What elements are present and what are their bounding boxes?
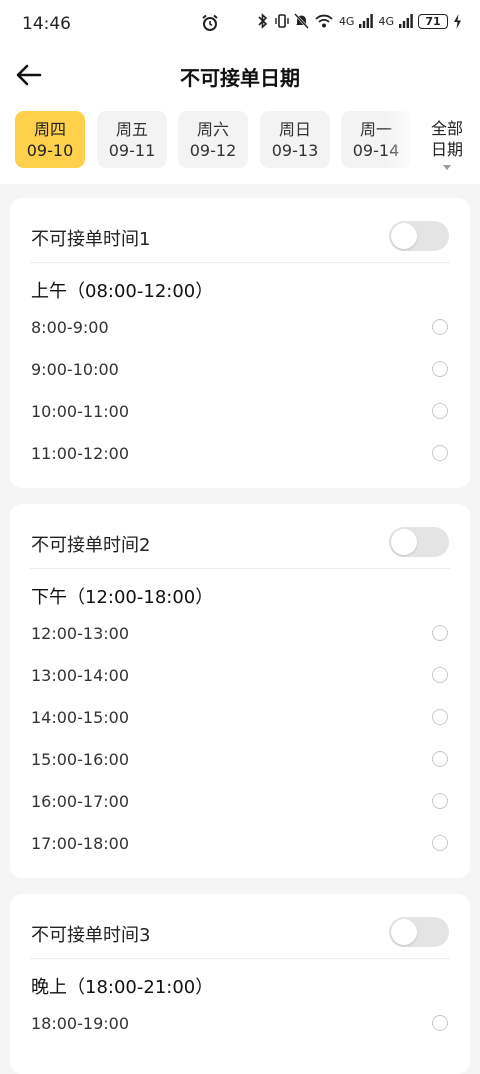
time-slot-label: 9:00-10:00 bbox=[31, 360, 119, 379]
slot-radio[interactable] bbox=[432, 709, 448, 725]
time-slot[interactable]: 16:00-17:00 bbox=[10, 781, 470, 823]
date-tab-0913[interactable]: 周日 09-13 bbox=[260, 111, 330, 168]
status-icons: 4G 4G 71 bbox=[256, 13, 462, 29]
date-tab-0910[interactable]: 周四 09-10 bbox=[15, 111, 85, 168]
time-slot-label: 10:00-11:00 bbox=[31, 402, 129, 421]
date-tab-date: 09-10 bbox=[26, 141, 74, 160]
all-dates-button[interactable]: 全部 日期 bbox=[420, 118, 474, 170]
date-tab-date: 09-12 bbox=[189, 141, 237, 160]
bluetooth-icon bbox=[258, 13, 268, 29]
vibrate-icon bbox=[275, 14, 289, 28]
toggle-knob bbox=[391, 919, 417, 945]
all-dates-label-1: 全部 bbox=[430, 119, 463, 138]
time-slot-label: 17:00-18:00 bbox=[31, 834, 129, 853]
time-slot[interactable]: 12:00-13:00 bbox=[10, 613, 470, 655]
slot-radio[interactable] bbox=[432, 361, 448, 377]
time-slot[interactable]: 15:00-16:00 bbox=[10, 739, 470, 781]
toggle-knob bbox=[391, 223, 417, 249]
time-slot-label: 12:00-13:00 bbox=[31, 624, 129, 643]
signal-icon-2 bbox=[399, 14, 413, 28]
unavailable-toggle[interactable] bbox=[389, 527, 449, 557]
time-card-3: 不可接单时间3 晚上（18:00-21:00） 18:00-19:00 bbox=[10, 894, 470, 1074]
slot-radio[interactable] bbox=[432, 319, 448, 335]
slot-radio[interactable] bbox=[432, 1015, 448, 1031]
time-slot[interactable]: 11:00-12:00 bbox=[10, 433, 470, 475]
time-card-2: 不可接单时间2 下午（12:00-18:00） 12:00-13:00 13:0… bbox=[10, 504, 470, 878]
period-label: 下午（12:00-18:00） bbox=[31, 587, 214, 608]
time-slot[interactable]: 13:00-14:00 bbox=[10, 655, 470, 697]
date-tab-weekday: 周六 bbox=[196, 120, 229, 139]
date-tab-0911[interactable]: 周五 09-11 bbox=[97, 111, 167, 168]
time-slot-label: 8:00-9:00 bbox=[31, 318, 109, 337]
network-type-label: 4G bbox=[338, 14, 355, 28]
unavailable-toggle[interactable] bbox=[389, 221, 449, 251]
time-slot-label: 13:00-14:00 bbox=[31, 666, 129, 685]
card-header: 不可接单时间3 bbox=[30, 894, 450, 959]
slot-radio[interactable] bbox=[432, 751, 448, 767]
time-slot-label: 18:00-19:00 bbox=[31, 1014, 129, 1033]
time-slot-label: 11:00-12:00 bbox=[31, 444, 129, 463]
charging-icon bbox=[454, 13, 461, 29]
slot-radio[interactable] bbox=[432, 667, 448, 683]
mute-bell-icon bbox=[294, 13, 309, 29]
alarm-icon bbox=[202, 14, 218, 31]
date-tab-weekday: 周日 bbox=[278, 120, 311, 139]
signal-icon bbox=[359, 14, 374, 28]
card-title: 不可接单时间1 bbox=[31, 229, 151, 250]
status-bar: 14:46 4G 4G 71 bbox=[0, 0, 480, 48]
unavailable-toggle[interactable] bbox=[389, 917, 449, 947]
time-slot[interactable]: 8:00-9:00 bbox=[10, 307, 470, 349]
network-type-label-2: 4G bbox=[378, 14, 394, 28]
time-slot[interactable]: 9:00-10:00 bbox=[10, 349, 470, 391]
scroll-fade bbox=[385, 104, 420, 184]
period-label: 上午（08:00-12:00） bbox=[31, 281, 214, 302]
battery-indicator: 71 bbox=[418, 13, 448, 29]
wifi-icon bbox=[315, 14, 333, 28]
time-slot-label: 16:00-17:00 bbox=[31, 792, 129, 811]
status-time: 14:46 bbox=[22, 14, 71, 34]
card-header: 不可接单时间2 bbox=[30, 504, 450, 569]
slot-radio[interactable] bbox=[432, 445, 448, 461]
slot-radio[interactable] bbox=[432, 403, 448, 419]
page-title: 不可接单日期 bbox=[180, 66, 300, 90]
date-selector: 周四 09-10 周五 09-11 周六 09-12 周日 09-13 周一 0… bbox=[0, 104, 480, 184]
date-tab-0912[interactable]: 周六 09-12 bbox=[178, 111, 248, 168]
time-slot[interactable]: 18:00-19:00 bbox=[10, 1003, 470, 1045]
slot-radio[interactable] bbox=[432, 625, 448, 641]
slot-radio[interactable] bbox=[432, 835, 448, 851]
date-tab-date: 09-11 bbox=[108, 141, 156, 160]
all-dates-label-2: 日期 bbox=[430, 140, 463, 159]
date-tab-date: 09-13 bbox=[271, 141, 319, 160]
time-card-1: 不可接单时间1 上午（08:00-12:00） 8:00-9:00 9:00-1… bbox=[10, 198, 470, 488]
time-slot[interactable]: 10:00-11:00 bbox=[10, 391, 470, 433]
card-header: 不可接单时间1 bbox=[30, 198, 450, 263]
slot-radio[interactable] bbox=[432, 793, 448, 809]
card-title: 不可接单时间2 bbox=[31, 535, 151, 556]
date-tab-weekday: 周五 bbox=[115, 120, 148, 139]
card-title: 不可接单时间3 bbox=[31, 925, 151, 946]
time-slot-label: 14:00-15:00 bbox=[31, 708, 129, 727]
time-slot[interactable]: 14:00-15:00 bbox=[10, 697, 470, 739]
app-header: 不可接单日期 bbox=[0, 48, 480, 104]
date-tab-weekday: 周四 bbox=[33, 120, 66, 139]
toggle-knob bbox=[391, 529, 417, 555]
caret-down-icon bbox=[443, 165, 451, 170]
time-slot-label: 15:00-16:00 bbox=[31, 750, 129, 769]
time-slot[interactable]: 17:00-18:00 bbox=[10, 823, 470, 865]
period-label: 晚上（18:00-21:00） bbox=[31, 977, 214, 998]
